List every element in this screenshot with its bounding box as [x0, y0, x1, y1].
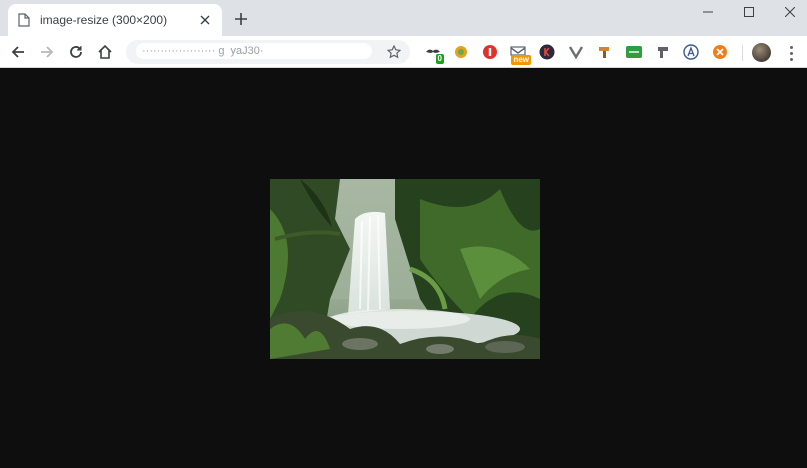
dot-icon	[789, 51, 793, 55]
avatar[interactable]	[752, 43, 771, 62]
close-window-button[interactable]	[770, 0, 807, 24]
reload-icon	[70, 46, 82, 58]
a-extension-icon[interactable]	[682, 43, 700, 61]
tab-title: image-resize (300×200)	[40, 13, 168, 27]
mustache-extension-icon[interactable]: 0	[424, 43, 444, 64]
gear-extension-icon[interactable]	[452, 43, 470, 61]
waterfall-image	[270, 179, 540, 359]
block-extension-icon[interactable]	[711, 43, 729, 61]
reload-button[interactable]	[66, 42, 86, 62]
v-extension-icon[interactable]	[567, 43, 585, 61]
home-icon	[98, 44, 112, 59]
extension-badge: 0	[435, 54, 444, 64]
close-icon[interactable]	[198, 13, 212, 27]
toolbar-separator	[742, 45, 743, 61]
maximize-button[interactable]	[729, 0, 769, 24]
forward-button[interactable]	[37, 42, 57, 62]
arrow-left-icon	[11, 46, 24, 58]
hammer-extension-icon[interactable]	[596, 43, 614, 61]
new-tab-button[interactable]	[232, 10, 250, 28]
browser-toolbar: 0 new	[0, 36, 807, 68]
pin-extension-icon[interactable]	[654, 43, 672, 61]
extension-badge: new	[511, 55, 531, 65]
minimize-button[interactable]	[688, 0, 728, 24]
mail-extension-icon[interactable]: new	[509, 43, 531, 65]
dot-icon	[789, 57, 793, 61]
back-button[interactable]	[8, 42, 28, 62]
dot-icon	[789, 45, 793, 49]
cors-extension-icon[interactable]	[625, 43, 643, 61]
tab-strip: image-resize (300×200)	[0, 0, 807, 36]
page-viewport	[0, 69, 807, 468]
arrow-right-icon	[41, 46, 54, 58]
close-window-icon	[785, 7, 795, 17]
address-bar[interactable]	[126, 40, 410, 64]
maximize-icon	[744, 7, 754, 17]
plus-icon	[235, 13, 247, 25]
url-input[interactable]	[136, 43, 372, 59]
tab-image-resize[interactable]: image-resize (300×200)	[8, 4, 222, 36]
star-icon[interactable]	[386, 44, 402, 60]
k-extension-icon[interactable]	[538, 43, 556, 61]
minimize-icon	[703, 11, 713, 13]
menu-button[interactable]	[784, 44, 798, 62]
home-button[interactable]	[95, 42, 115, 62]
document-icon	[18, 13, 30, 27]
shield-extension-icon[interactable]	[481, 43, 499, 61]
